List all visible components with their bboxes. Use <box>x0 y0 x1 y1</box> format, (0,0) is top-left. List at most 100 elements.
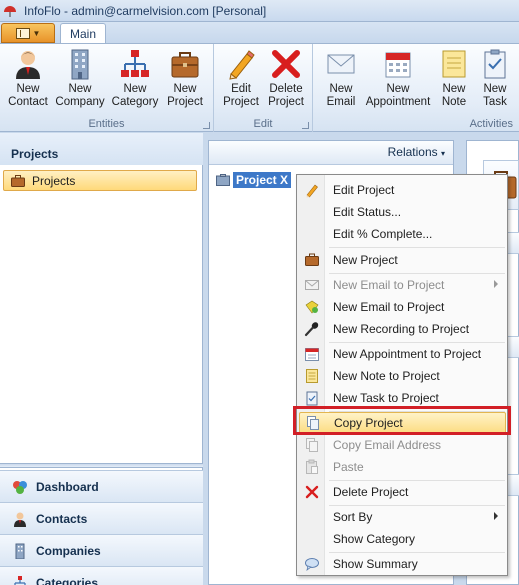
new-email-label-2: Email <box>326 96 356 108</box>
window-title: InfoFlo - admin@carmelvision.com [Person… <box>24 3 267 18</box>
briefcase-icon <box>171 52 199 78</box>
nav-button-categories[interactable]: Categories <box>0 566 203 585</box>
menu-item-label: Delete Project <box>333 485 409 499</box>
calendar-icon <box>385 52 411 78</box>
new-note-button[interactable]: New Note <box>436 48 472 116</box>
delete-project-button[interactable]: Delete Project <box>264 48 308 116</box>
pencil-icon <box>306 184 318 198</box>
menu-item-label: New Recording to Project <box>333 322 470 336</box>
menu-item-copy-email-address[interactable]: Copy Email Address <box>299 434 506 456</box>
tab-main[interactable]: Main <box>60 23 106 44</box>
new-appointment-label-2: Appointment <box>365 96 431 108</box>
nav-button-dashboard[interactable]: Dashboard <box>0 470 203 502</box>
group-edit: Edit Project Delete Project Edit <box>214 44 313 132</box>
title-bar: InfoFlo - admin@carmelvision.com [Person… <box>0 0 519 22</box>
context-menu: Edit Project Edit Status... Edit % Compl… <box>296 174 508 576</box>
new-note-label-2: Note <box>441 96 467 108</box>
menu-item-new-project[interactable]: New Project <box>299 249 506 271</box>
new-category-button[interactable]: New Category <box>108 48 162 116</box>
menu-item-new-appointment[interactable]: New Appointment to Project <box>299 343 506 365</box>
nav-item-projects[interactable]: Projects <box>3 170 197 191</box>
group-label-activities: Activities <box>469 118 513 130</box>
new-note-label-1: New <box>442 83 466 95</box>
relations-dropdown[interactable]: Relations ▾ <box>209 141 453 165</box>
category-icon <box>121 50 149 77</box>
delete-project-label-1: Delete <box>269 83 303 95</box>
new-contact-label-1: New <box>16 83 40 95</box>
new-project-button[interactable]: New Project <box>163 48 207 116</box>
nav-button-contacts[interactable]: Contacts <box>0 502 203 534</box>
menu-item-label: New Appointment to Project <box>333 347 482 361</box>
note-icon <box>306 369 318 383</box>
task-clipboard-icon <box>484 49 506 79</box>
delete-x-icon <box>272 50 300 78</box>
group-activities: New Email New Appointment New Note New T… <box>313 44 519 132</box>
menu-item-label: Show Summary <box>333 557 418 571</box>
menu-item-new-note[interactable]: New Note to Project <box>299 365 506 387</box>
new-project-label-1: New <box>173 83 197 95</box>
nav-splitter[interactable] <box>0 463 203 468</box>
blank-icon <box>304 204 320 220</box>
chevron-down-icon: ▼ <box>32 28 41 38</box>
ribbon: New Contact New Company New Category New… <box>0 43 519 132</box>
nav-item-label: Projects <box>32 173 76 188</box>
menu-item-paste[interactable]: Paste <box>299 456 506 478</box>
pencil-icon <box>229 50 255 80</box>
dialog-launcher-icon[interactable] <box>203 122 210 129</box>
new-category-label-2: Category <box>111 96 159 108</box>
new-appointment-label-1: New <box>386 83 410 95</box>
nav-button-companies[interactable]: Companies <box>0 534 203 566</box>
tree-node-project[interactable]: Project X <box>216 171 292 188</box>
new-contact-button[interactable]: New Contact <box>6 48 50 116</box>
ribbon-tab-row: ▼ Main <box>0 22 519 44</box>
menu-item-label: New Note to Project <box>333 369 440 383</box>
new-email-button[interactable]: New Email <box>321 48 361 116</box>
menu-item-sort-by[interactable]: Sort By <box>299 506 506 528</box>
project-node-icon <box>216 173 230 186</box>
category-icon <box>14 575 26 585</box>
dialog-launcher-icon[interactable] <box>302 122 309 129</box>
edit-project-button[interactable]: Edit Project <box>220 48 262 116</box>
menu-item-label: New Project <box>333 253 398 267</box>
new-task-button[interactable]: New Task <box>477 48 513 116</box>
menu-item-label: New Email to Project <box>333 278 445 292</box>
group-entities: New Contact New Company New Category New… <box>0 44 214 132</box>
menu-item-edit-status[interactable]: Edit Status... <box>299 201 506 223</box>
highlight-box <box>293 406 511 435</box>
menu-item-label: Show Category <box>333 532 416 546</box>
menu-item-new-recording[interactable]: New Recording to Project <box>299 318 506 340</box>
menu-separator <box>329 247 505 248</box>
new-appointment-button[interactable]: New Appointment <box>365 48 431 116</box>
menu-item-label: Copy Email Address <box>333 438 442 452</box>
envelope-icon <box>305 280 319 290</box>
company-icon <box>71 49 89 80</box>
contact-icon <box>14 512 26 527</box>
briefcase-icon <box>305 253 319 266</box>
speech-bubble-icon <box>305 558 319 571</box>
menu-item-show-category[interactable]: Show Category <box>299 528 506 550</box>
new-task-label-1: New <box>483 83 507 95</box>
task-clipboard-icon <box>306 391 318 406</box>
menu-item-new-email-to-project[interactable]: New Email to Project <box>299 296 506 318</box>
new-company-label-1: New <box>68 83 92 95</box>
app-menu-button[interactable]: ▼ <box>1 23 55 43</box>
new-task-label-2: Task <box>483 96 507 108</box>
menu-item-label: New Email to Project <box>333 300 445 314</box>
envelope-icon <box>327 54 355 74</box>
company-icon <box>15 543 25 559</box>
new-company-button[interactable]: New Company <box>55 48 105 116</box>
blank-icon <box>304 509 320 525</box>
chevron-down-icon: ▾ <box>440 149 445 158</box>
menu-item-show-summary[interactable]: Show Summary <box>299 553 506 575</box>
delete-x-icon <box>305 485 319 499</box>
note-icon <box>442 50 466 78</box>
menu-item-label: Edit Status... <box>333 205 402 219</box>
menu-item-edit-project[interactable]: Edit Project <box>299 179 506 201</box>
calendar-icon <box>305 348 319 361</box>
menu-item-edit-complete[interactable]: Edit % Complete... <box>299 223 506 245</box>
menu-item-delete-project[interactable]: Delete Project <box>299 481 506 503</box>
menu-item-new-email-to-project-disabled[interactable]: New Email to Project <box>299 274 506 296</box>
edit-project-label-1: Edit <box>231 83 251 95</box>
nav-button-label: Companies <box>36 543 101 558</box>
copy-icon <box>306 438 318 452</box>
